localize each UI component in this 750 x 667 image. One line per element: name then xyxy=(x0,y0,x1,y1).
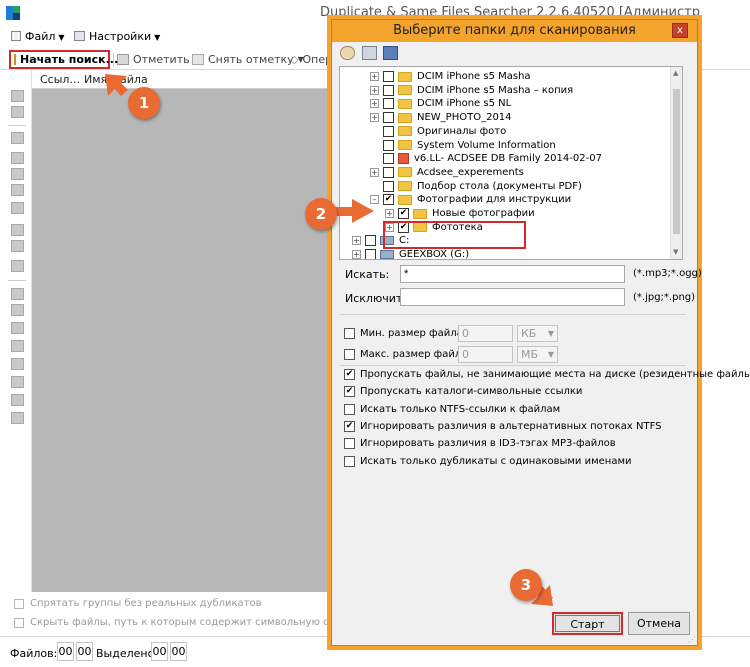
step2-badge: 2 xyxy=(305,198,337,230)
annotation-layer xyxy=(105,74,553,606)
step1-badge: 1 xyxy=(128,87,160,119)
step1-arrow xyxy=(105,74,128,96)
step2-arrow xyxy=(334,199,374,223)
step3-badge: 3 xyxy=(510,569,542,601)
